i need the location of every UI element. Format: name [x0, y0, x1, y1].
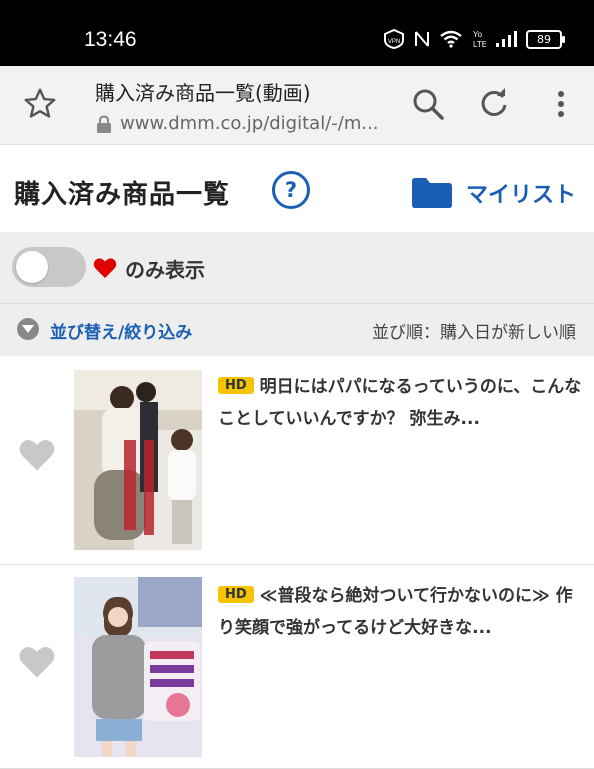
status-bar: 13:46 VPN Yo LTE 89: [0, 0, 594, 66]
lock-icon: [97, 114, 111, 133]
battery-indicator: 89: [526, 29, 565, 49]
product-title[interactable]: 明日にはパパになるっていうのに、こんなことしていいんですか？ 弥生み...: [218, 377, 581, 429]
page-title: 購入済み商品一覧: [14, 180, 231, 210]
hd-badge: HD: [218, 586, 254, 603]
toggle-knob: [16, 251, 48, 283]
clock: 13:46: [84, 28, 137, 51]
url-text: www.dmm.co.jp/digital/-/m...: [120, 113, 379, 134]
favorites-only-label: のみ表示: [125, 258, 205, 282]
nfc-icon: [414, 30, 430, 48]
search-icon[interactable]: [410, 86, 446, 122]
reload-icon[interactable]: [476, 86, 512, 122]
sort-order-label: 並び順：購入日が新しい順: [372, 323, 576, 343]
page-header: 購入済み商品一覧 ? マイリスト: [0, 144, 594, 233]
product-thumbnail[interactable]: [74, 577, 202, 757]
sort-filter-link[interactable]: 並び替え/絞り込み: [50, 318, 192, 343]
favorite-heart-icon[interactable]: [18, 438, 56, 472]
product-title[interactable]: ≪普段なら絶対ついて行かないのに≫ 作り笑顔で強がってるけど大好きな...: [218, 586, 573, 638]
browser-toolbar: 購入済み商品一覧(動画) www.dmm.co.jp/digital/-/m..…: [0, 66, 594, 145]
svg-text:LTE: LTE: [473, 40, 486, 49]
vpn-icon: VPN: [383, 29, 405, 49]
help-icon[interactable]: ?: [272, 171, 310, 209]
wifi-icon: [439, 30, 463, 48]
list-item: HD 明日にはパパになるっていうのに、こんなことしていいんですか？ 弥生み...: [0, 356, 594, 565]
browser-page-title[interactable]: 購入済み商品一覧(動画): [95, 77, 311, 106]
svg-text:VPN: VPN: [388, 39, 400, 45]
folder-icon: [412, 178, 452, 208]
list-item: HD ≪普段なら絶対ついて行かないのに≫ 作り笑顔で強がってるけど大好きな...: [0, 565, 594, 769]
favorite-heart-icon[interactable]: [18, 645, 56, 679]
signal-icon: [495, 31, 517, 47]
volte-icon: Yo LTE: [472, 29, 486, 49]
favorites-only-toggle[interactable]: [12, 247, 86, 287]
status-icons: VPN Yo LTE 89: [383, 29, 565, 49]
svg-text:Yo: Yo: [473, 30, 483, 39]
hd-badge: HD: [218, 377, 254, 394]
more-menu-icon[interactable]: [543, 86, 579, 122]
address-bar[interactable]: www.dmm.co.jp/digital/-/m...: [96, 113, 379, 134]
product-info[interactable]: HD 明日にはパパになるっていうのに、こんなことしていいんですか？ 弥生み...: [218, 371, 588, 435]
heart-icon: [93, 258, 117, 278]
favorites-filter-row: のみ表示: [0, 232, 594, 304]
sort-row: 並び替え/絞り込み 並び順：購入日が新しい順: [0, 304, 594, 357]
chevron-down-icon[interactable]: [17, 318, 39, 340]
mylist-label: マイリスト: [466, 183, 577, 208]
mylist-button[interactable]: マイリスト: [412, 177, 576, 209]
product-thumbnail[interactable]: [74, 370, 202, 550]
product-info[interactable]: HD ≪普段なら絶対ついて行かないのに≫ 作り笑顔で強がってるけど大好きな...: [218, 580, 588, 644]
bookmark-star-icon[interactable]: [22, 86, 58, 122]
